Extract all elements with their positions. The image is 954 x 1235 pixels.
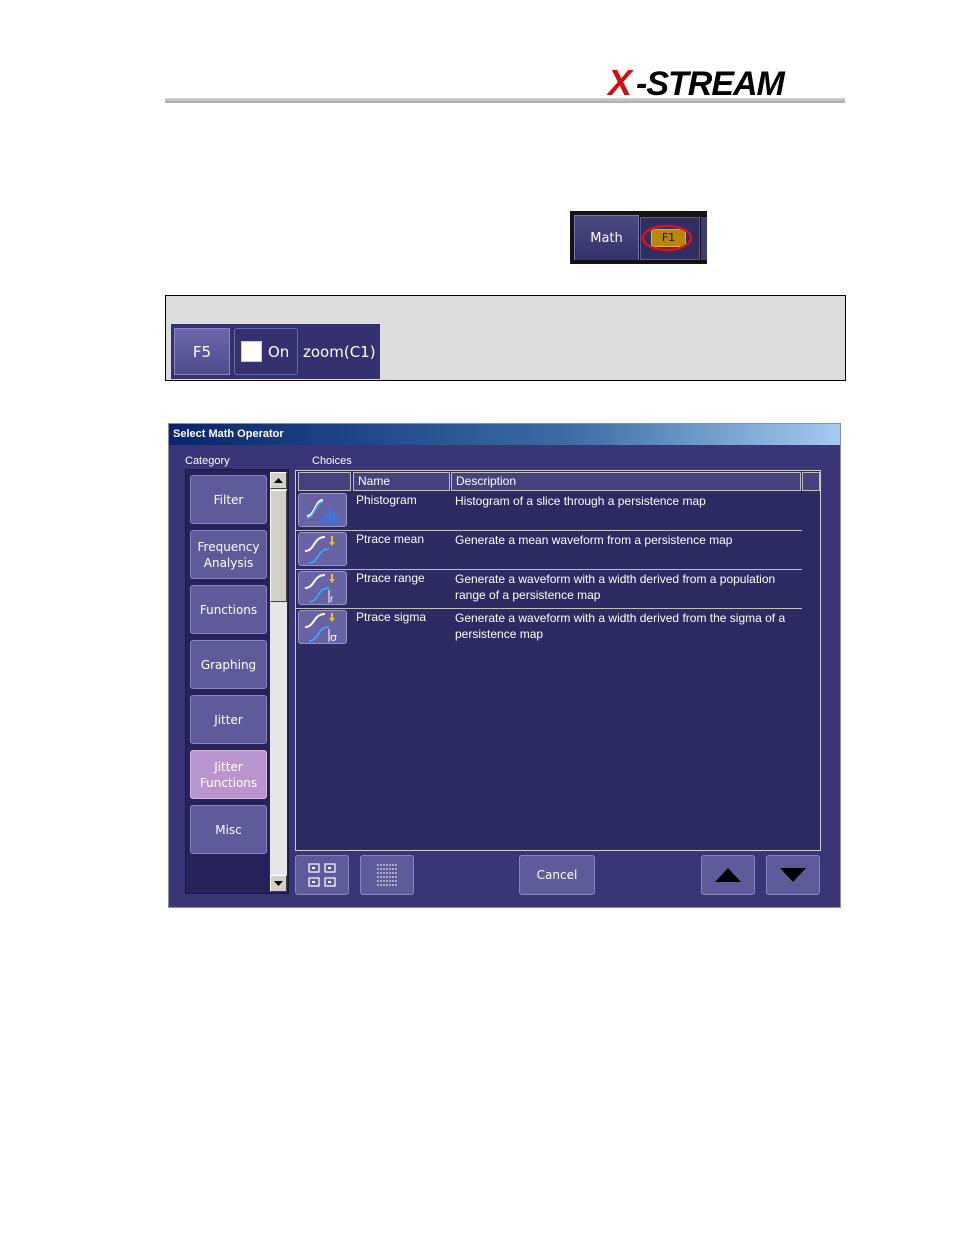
category-misc[interactable]: Misc <box>190 805 267 854</box>
choice-description: Histogram of a slice through a persisten… <box>455 494 706 508</box>
down-arrow-icon <box>780 868 806 882</box>
category-frequency-analysis[interactable]: Frequency Analysis <box>190 530 267 579</box>
choice-row-ptrace-range[interactable]: r Ptrace range Generate a waveform with … <box>296 569 802 609</box>
on-label: On <box>268 342 290 361</box>
category-functions[interactable]: Functions <box>190 585 267 634</box>
highlight-circle-icon <box>641 224 693 252</box>
f5-on-toggle[interactable]: On <box>234 328 298 375</box>
choice-description: Generate a waveform with a width derived… <box>455 572 776 602</box>
header-rule <box>165 98 845 103</box>
choice-row-ptrace-sigma[interactable]: σ Ptrace sigma Generate a waveform with … <box>296 608 802 647</box>
description-column-header[interactable]: Description <box>451 472 801 491</box>
f5-trace-button[interactable]: F5 <box>174 328 230 375</box>
list-view-icon <box>377 864 397 886</box>
choice-description: Generate a waveform with a width derived… <box>455 611 786 641</box>
scroll-up-arrow-icon[interactable] <box>270 472 287 489</box>
histogram-icon[interactable] <box>298 493 347 527</box>
icon-view-button[interactable] <box>295 855 349 895</box>
xstream-logo: X -STREAM <box>606 62 787 102</box>
logo-x: X <box>606 62 634 102</box>
choices-list: Name Description Phistogram Histogram of… <box>295 470 821 851</box>
range-trace-icon[interactable]: r <box>298 571 347 605</box>
category-jitter[interactable]: Jitter <box>190 695 267 744</box>
logo-text: -STREAM <box>636 65 786 102</box>
category-filter[interactable]: Filter <box>190 475 267 524</box>
choice-name: Ptrace range <box>356 571 425 585</box>
cancel-button[interactable]: Cancel <box>519 855 595 895</box>
scroll-down-arrow-icon[interactable] <box>270 875 287 892</box>
grid-view-icon <box>308 863 336 887</box>
on-checkbox[interactable] <box>241 341 262 362</box>
name-column-header[interactable]: Name <box>353 472 450 491</box>
choice-description: Generate a mean waveform from a persiste… <box>455 533 733 547</box>
sigma-trace-icon[interactable]: σ <box>298 610 347 644</box>
category-graphing[interactable]: Graphing <box>190 640 267 689</box>
svg-text:r: r <box>330 594 334 604</box>
math-menu-snippet: Math F1 <box>570 211 707 264</box>
choice-name: Phistogram <box>356 493 417 507</box>
choice-name: Ptrace sigma <box>356 610 427 624</box>
category-list: Filter Frequency Analysis Functions Grap… <box>185 469 289 894</box>
up-arrow-icon <box>715 868 741 882</box>
scroll-down-button[interactable] <box>766 855 820 895</box>
category-scrollbar[interactable] <box>270 472 287 892</box>
f5-trace-strip: F5 On zoom(C1) <box>171 324 380 379</box>
dialog-title-bar: Select Math Operator <box>169 424 840 445</box>
math-menu-tab[interactable]: Math <box>574 215 639 260</box>
header-end-cell <box>802 472 820 491</box>
next-tab-edge <box>701 217 707 260</box>
list-view-button[interactable] <box>360 855 414 895</box>
category-label: Category <box>185 455 230 467</box>
scroll-up-button[interactable] <box>701 855 755 895</box>
f5-trace-panel: F5 On zoom(C1) <box>165 295 846 381</box>
icon-column-header[interactable] <box>298 472 351 491</box>
mean-trace-icon[interactable] <box>298 532 347 566</box>
category-jitter-functions[interactable]: Jitter Functions <box>190 750 267 799</box>
select-math-operator-dialog: Select Math Operator Category Choices Fi… <box>168 423 841 908</box>
scroll-thumb[interactable] <box>270 490 287 602</box>
choice-row-phistogram[interactable]: Phistogram Histogram of a slice through … <box>296 491 802 531</box>
choices-label: Choices <box>312 455 352 467</box>
choice-row-ptrace-mean[interactable]: Ptrace mean Generate a mean waveform fro… <box>296 530 802 570</box>
svg-text:σ: σ <box>330 631 337 643</box>
f5-source-label: zoom(C1) <box>303 342 376 361</box>
list-header: Name Description <box>296 471 820 491</box>
choice-name: Ptrace mean <box>356 532 425 546</box>
